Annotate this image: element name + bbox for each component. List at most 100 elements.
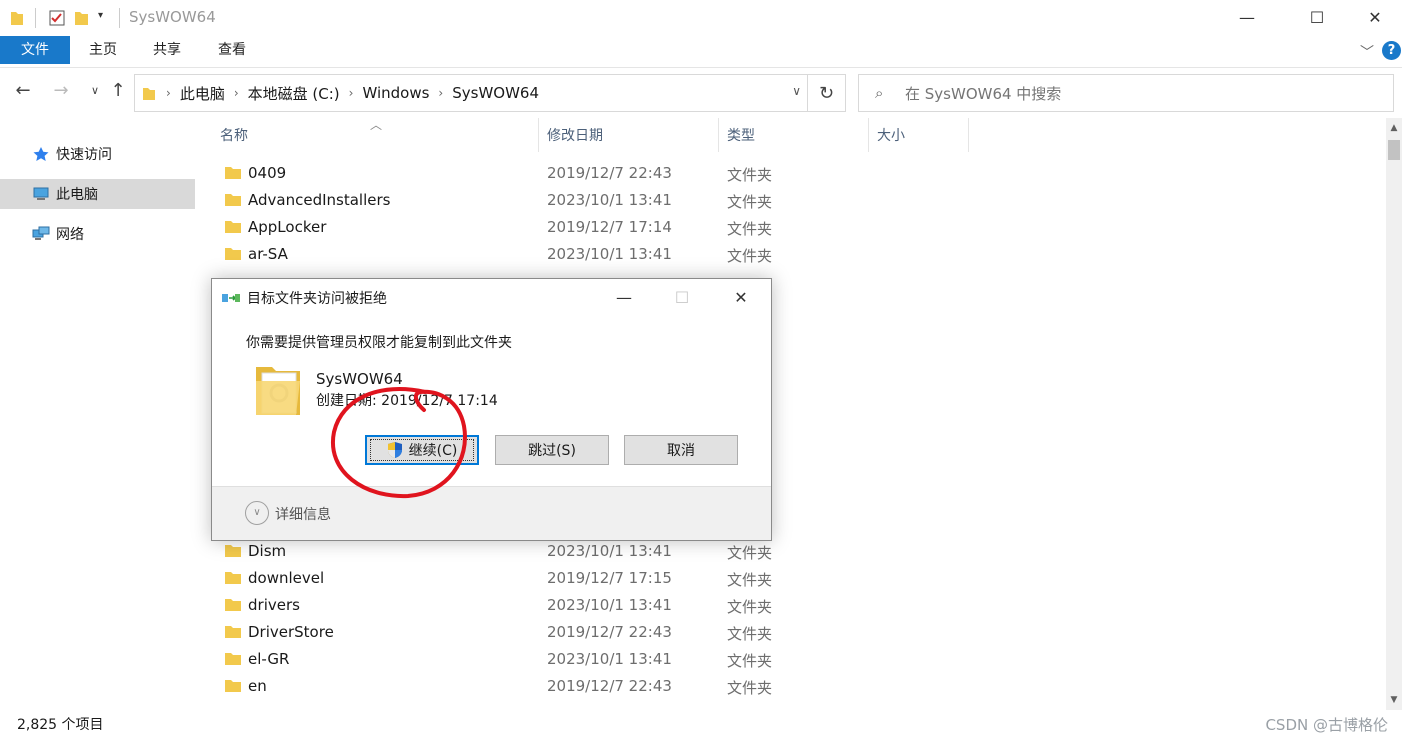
folder-icon — [225, 572, 241, 584]
window-title: SysWOW64 — [129, 8, 216, 26]
column-divider[interactable] — [968, 118, 969, 152]
file-date: 2023/10/1 13:41 — [547, 191, 672, 209]
details-toggle[interactable]: 详细信息 — [275, 504, 331, 524]
vertical-scrollbar[interactable]: ▲ ▼ — [1386, 118, 1402, 710]
table-row[interactable]: drivers 2023/10/1 13:41 文件夹 — [200, 592, 1386, 619]
file-type: 文件夹 — [727, 625, 773, 643]
close-button[interactable]: ✕ — [1352, 0, 1398, 34]
search-input[interactable] — [905, 83, 1375, 105]
table-row[interactable]: en 2019/12/7 22:43 文件夹 — [200, 673, 1386, 700]
column-header-size[interactable]: 大小 — [877, 118, 905, 152]
continue-label: 继续(C) — [408, 443, 458, 459]
dialog-minimize-button[interactable]: — — [595, 279, 653, 315]
tab-share[interactable]: 共享 — [142, 36, 192, 64]
file-name: ar-SA — [248, 245, 288, 263]
recent-locations-icon[interactable]: ∨ — [84, 84, 106, 108]
file-date: 2019/12/7 22:43 — [547, 164, 672, 182]
file-name: 0409 — [248, 164, 287, 182]
file-date: 2023/10/1 13:41 — [547, 542, 672, 560]
maximize-button[interactable]: ☐ — [1294, 0, 1340, 34]
file-name: drivers — [248, 596, 300, 614]
expand-details-icon[interactable]: ∨ — [245, 501, 269, 525]
table-row[interactable]: Dism 2023/10/1 13:41 文件夹 — [200, 538, 1386, 565]
back-button[interactable]: ← — [12, 80, 34, 104]
table-row[interactable]: ar-SA 2023/10/1 13:41 文件夹 — [200, 241, 1386, 268]
properties-icon[interactable] — [48, 9, 66, 27]
folder-icon — [225, 545, 241, 557]
column-header-name[interactable]: 名称 — [220, 118, 248, 152]
computer-icon — [33, 187, 49, 200]
table-row[interactable]: el-GR 2023/10/1 13:41 文件夹 — [200, 646, 1386, 673]
file-name: el-GR — [248, 650, 290, 668]
divider — [35, 8, 36, 28]
refresh-button[interactable]: ↻ — [808, 74, 846, 112]
file-date: 2019/12/7 17:14 — [547, 218, 672, 236]
table-row[interactable]: downlevel 2019/12/7 17:15 文件夹 — [200, 565, 1386, 592]
sidebar-item-network[interactable]: 网络 — [0, 219, 195, 249]
breadcrumb-separator[interactable]: › — [230, 86, 243, 100]
table-row[interactable]: 0409 2019/12/7 22:43 文件夹 — [200, 160, 1386, 187]
column-header-type[interactable]: 类型 — [727, 118, 755, 152]
breadcrumb-windows[interactable]: Windows — [357, 84, 434, 102]
file-transfer-icon — [222, 294, 240, 302]
navigation-pane: 快速访问 此电脑 网络 — [0, 120, 200, 710]
breadcrumb-syswow64[interactable]: SysWOW64 — [447, 84, 544, 102]
column-divider[interactable] — [718, 118, 719, 152]
column-divider[interactable] — [538, 118, 539, 152]
new-folder-icon[interactable] — [74, 9, 90, 27]
column-divider[interactable] — [868, 118, 869, 152]
dialog-maximize-button: ☐ — [674, 287, 690, 307]
divider — [119, 8, 120, 28]
scroll-down-icon[interactable]: ▼ — [1386, 692, 1402, 708]
cancel-button[interactable]: 取消 — [624, 435, 738, 465]
dialog-close-button[interactable]: ✕ — [712, 279, 770, 315]
folder-icon — [225, 221, 241, 233]
scroll-thumb[interactable] — [1388, 140, 1400, 160]
column-header-date[interactable]: 修改日期 — [547, 118, 603, 152]
file-type: 文件夹 — [727, 652, 773, 670]
minimize-button[interactable]: — — [1224, 0, 1270, 34]
breadcrumb-separator[interactable]: › — [345, 86, 358, 100]
skip-button[interactable]: 跳过(S) — [495, 435, 609, 465]
folder-icon — [11, 12, 23, 25]
up-button[interactable]: ↑ — [107, 80, 129, 104]
title-bar: ▾ SysWOW64 — ☐ ✕ — [0, 0, 1402, 36]
sidebar-item-quick-access[interactable]: 快速访问 — [0, 139, 195, 169]
folder-icon — [225, 194, 241, 206]
folder-icon — [225, 626, 241, 638]
scroll-up-icon[interactable]: ▲ — [1386, 120, 1402, 136]
file-name: AppLocker — [248, 218, 327, 236]
help-icon[interactable]: ? — [1382, 41, 1401, 60]
quick-access-dropdown-icon[interactable]: ▾ — [98, 10, 103, 28]
breadcrumb-this-pc[interactable]: 此电脑 — [175, 83, 230, 104]
forward-button[interactable]: → — [50, 80, 72, 104]
file-name: AdvancedInstallers — [248, 191, 391, 209]
table-row[interactable]: AdvancedInstallers 2023/10/1 13:41 文件夹 — [200, 187, 1386, 214]
file-date: 2019/12/7 22:43 — [547, 623, 672, 641]
expand-ribbon-icon[interactable]: ﹀ — [1360, 42, 1374, 62]
file-type: 文件夹 — [727, 193, 773, 211]
table-row[interactable]: DriverStore 2019/12/7 22:43 文件夹 — [200, 619, 1386, 646]
folder-icon — [225, 653, 241, 665]
file-name: Dism — [248, 542, 287, 560]
folder-icon — [225, 248, 241, 260]
table-row[interactable]: AppLocker 2019/12/7 17:14 文件夹 — [200, 214, 1386, 241]
breadcrumb-separator[interactable]: › — [434, 86, 447, 100]
sidebar-item-this-pc[interactable]: 此电脑 — [0, 179, 195, 209]
tab-file[interactable]: 文件 — [0, 36, 70, 64]
sidebar-item-label: 此电脑 — [56, 187, 98, 203]
address-bar[interactable]: › 此电脑 › 本地磁盘 (C:) › Windows › SysWOW64 ∨ — [134, 74, 808, 112]
navigation-bar: ← → ∨ ↑ › 此电脑 › 本地磁盘 (C:) › Windows › Sy… — [0, 68, 1402, 118]
file-date: 2019/12/7 17:15 — [547, 569, 672, 587]
tab-view[interactable]: 查看 — [207, 36, 257, 64]
breadcrumb-local-disk[interactable]: 本地磁盘 (C:) — [243, 83, 345, 104]
address-dropdown-icon[interactable]: ∨ — [792, 84, 801, 98]
folder-icon — [225, 599, 241, 611]
search-icon: ⌕ — [875, 84, 884, 102]
ribbon-tabs: 文件 主页 共享 查看 ﹀ ? — [0, 36, 1402, 68]
search-box[interactable]: ⌕ — [858, 74, 1394, 112]
tab-home[interactable]: 主页 — [78, 36, 128, 64]
continue-button[interactable]: 继续(C) — [365, 435, 479, 465]
breadcrumb-separator[interactable]: › — [162, 86, 175, 100]
file-date: 2023/10/1 13:41 — [547, 650, 672, 668]
